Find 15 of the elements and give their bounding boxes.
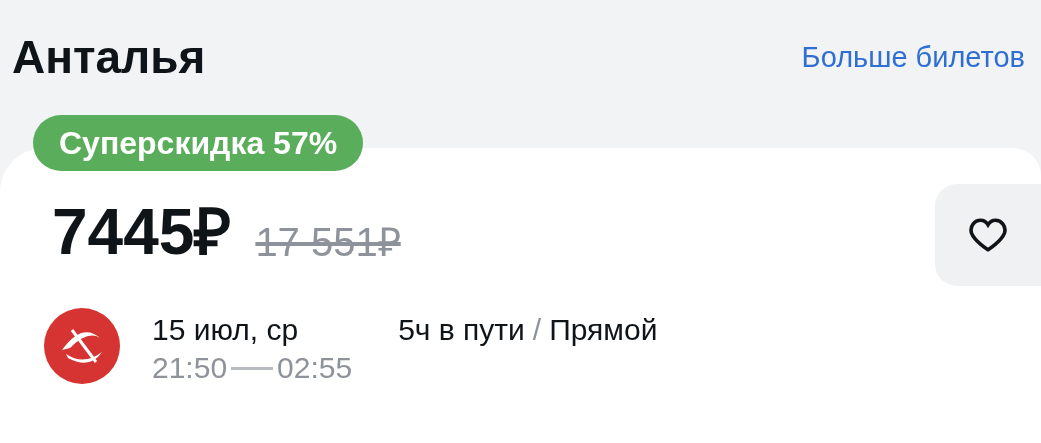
flight-duration: 5ч в пути <box>398 312 525 348</box>
city-title: Анталья <box>12 34 206 80</box>
separator: / <box>532 312 542 348</box>
more-tickets-link[interactable]: Больше билетов <box>801 42 1025 72</box>
discount-badge: Суперскидка 57% <box>33 115 364 171</box>
departure-time: 21:50 <box>152 350 228 386</box>
flight-type: Прямой <box>549 312 658 348</box>
favorite-button[interactable] <box>935 184 1041 286</box>
arrival-time: 02:55 <box>277 350 353 386</box>
price: 7445₽ <box>52 200 232 264</box>
flight-date: 15 июл, ср <box>152 312 300 348</box>
old-price: 17 551₽ <box>255 222 401 262</box>
heart-icon <box>968 217 1008 253</box>
airline-logo-icon <box>44 308 120 384</box>
time-dash <box>231 366 274 370</box>
